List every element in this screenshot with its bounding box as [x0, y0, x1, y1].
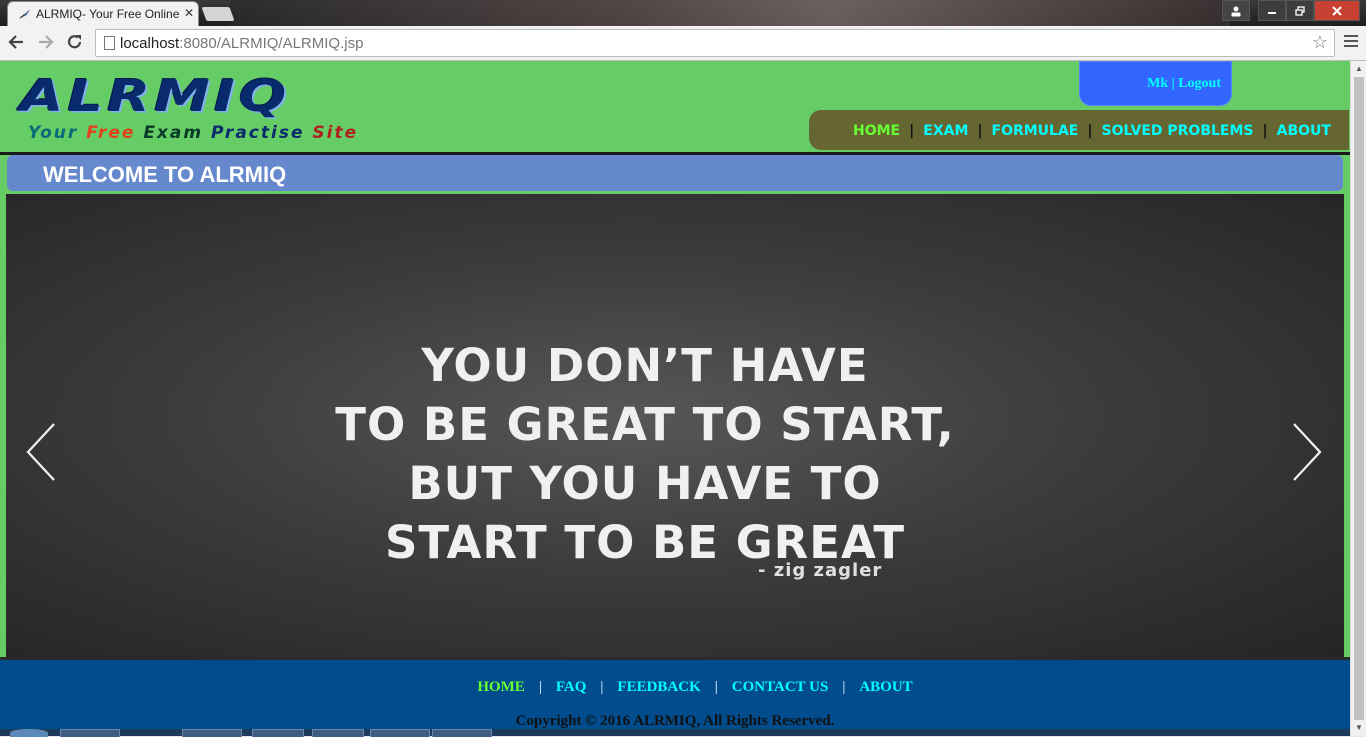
scroll-up-icon[interactable]: ▲ — [1355, 64, 1363, 73]
url-host: localhost — [120, 35, 180, 52]
user-links: Mk | Logout — [1147, 76, 1221, 92]
carousel-quote: YOU DON’T HAVE TO BE GREAT TO START, BUT… — [6, 336, 1284, 572]
page-viewport: ALRMIQ Your Free Exam Practise Site Mk |… — [0, 61, 1350, 736]
quote-line: YOU DON’T HAVE — [421, 339, 869, 392]
logo-wordmark: ALRMIQ — [20, 71, 291, 122]
footer-separator: | — [714, 679, 718, 695]
nav-separator: | — [1262, 123, 1268, 139]
carousel-prev-button[interactable] — [22, 420, 62, 484]
browser-titlebar: ALRMIQ- Your Free Online ✕ — [0, 0, 1366, 26]
new-tab-button[interactable] — [201, 7, 235, 21]
nav-link[interactable]: FORMULAE — [992, 123, 1079, 139]
footer-link[interactable]: CONTACT US — [732, 679, 829, 696]
tagline-word: Exam — [143, 123, 211, 143]
nav-item-exam: | EXAM — [900, 123, 968, 139]
url-text[interactable]: localhost:8080/ALRMIQ/ALRMIQ.jsp — [120, 35, 363, 52]
nav-item-formulae: | FORMULAE — [968, 123, 1078, 139]
main-nav: HOME | EXAM | FORMULAE | SOLVED PROBLEMS | ABOUT — [809, 110, 1349, 150]
footer-separator: | — [842, 679, 846, 695]
os-taskbar — [0, 729, 1350, 737]
nav-link[interactable]: HOME — [853, 123, 900, 139]
back-arrow-icon — [8, 35, 23, 49]
quote-line: BUT YOU HAVE TO — [408, 457, 882, 510]
footer-separator: | — [600, 679, 604, 695]
logout-link[interactable]: Logout — [1178, 76, 1221, 91]
browser-toolbar: localhost:8080/ALRMIQ/ALRMIQ.jsp ☆ — [0, 26, 1366, 61]
nav-link[interactable]: ABOUT — [1277, 123, 1331, 139]
nav-link[interactable]: EXAM — [923, 123, 968, 139]
footer-item-faq: | FAQ — [525, 679, 587, 696]
footer-link[interactable]: ABOUT — [859, 679, 912, 696]
site-header: ALRMIQ Your Free Exam Practise Site Mk |… — [0, 61, 1350, 152]
scrollbar-thumb[interactable] — [1354, 77, 1364, 720]
chevron-left-icon — [26, 423, 55, 481]
browser-menu-icon[interactable] — [1344, 35, 1358, 49]
address-bar[interactable]: localhost:8080/ALRMIQ/ALRMIQ.jsp ☆ — [95, 29, 1335, 57]
nav-item-solved-problems: | SOLVED PROBLEMS — [1078, 123, 1253, 139]
chevron-right-icon — [1293, 423, 1322, 481]
nav-item-about: | ABOUT — [1253, 123, 1330, 139]
reload-button[interactable] — [65, 33, 85, 53]
copyright-text: Copyright © 2016 ALRMIQ, All Rights Rese… — [515, 713, 835, 729]
footer-link[interactable]: HOME — [477, 679, 525, 696]
footer-item-contact-us: | CONTACT US — [701, 679, 829, 696]
nav-separator: | — [909, 123, 915, 139]
url-path: :8080/ALRMIQ/ALRMIQ.jsp — [179, 35, 364, 52]
tagline-word: Practise — [211, 123, 313, 143]
nav-link[interactable]: SOLVED PROBLEMS — [1102, 123, 1254, 139]
nav-separator: | — [1087, 123, 1093, 139]
footer-link[interactable]: FAQ — [556, 679, 587, 696]
forward-arrow-icon — [39, 35, 54, 49]
tagline-word: Free — [86, 123, 144, 143]
user-box: Mk | Logout — [1079, 61, 1232, 106]
tagline-word: Site — [312, 123, 359, 143]
footer-item-home: HOME — [477, 679, 525, 696]
user-separator: | — [1171, 76, 1175, 91]
reload-icon — [67, 35, 82, 49]
nav-item-home: HOME — [853, 123, 900, 139]
scroll-down-icon[interactable]: ▼ — [1355, 723, 1363, 732]
browser-tab[interactable]: ALRMIQ- Your Free Online ✕ — [8, 2, 198, 26]
carousel-next-button[interactable] — [1286, 420, 1326, 484]
tab-close-icon[interactable]: ✕ — [184, 6, 194, 20]
window-controls — [1222, 0, 1360, 21]
quote-author: - zig zagler — [758, 560, 883, 581]
logo-tagline: Your Free Exam Practise Site — [28, 123, 358, 143]
forward-button[interactable] — [36, 33, 56, 53]
footer-link[interactable]: FEEDBACK — [617, 679, 700, 696]
footer-item-feedback: | FEEDBACK — [586, 679, 700, 696]
vertical-scrollbar[interactable]: ▲ ▼ — [1350, 61, 1366, 736]
site-footer: HOME | FAQ | FEEDBACK | CONTACT US | ABOUT Copyr… — [0, 660, 1350, 736]
welcome-bar: WELCOME TO ALRMIQ — [7, 155, 1343, 191]
tab-title: ALRMIQ- Your Free Online — [36, 7, 180, 21]
site-logo[interactable]: ALRMIQ Your Free Exam Practise Site — [14, 71, 526, 143]
user-profile-icon[interactable] — [1222, 0, 1250, 21]
nav-separator: | — [977, 123, 983, 139]
minimize-button[interactable] — [1258, 0, 1286, 21]
close-window-button[interactable] — [1314, 0, 1360, 21]
username: Mk — [1147, 76, 1169, 91]
tagline-word: Your — [28, 123, 87, 143]
bookmark-star-icon[interactable]: ☆ — [1312, 32, 1328, 53]
restore-button[interactable] — [1286, 0, 1314, 21]
page-title: WELCOME TO ALRMIQ — [43, 162, 287, 187]
footer-item-about: | ABOUT — [828, 679, 912, 696]
quote-line: TO BE GREAT TO START, — [335, 398, 955, 451]
quote-line: START TO BE GREAT — [384, 516, 906, 569]
page-icon — [104, 36, 115, 50]
quote-carousel: YOU DON’T HAVE TO BE GREAT TO START, BUT… — [6, 194, 1344, 657]
back-button[interactable] — [6, 33, 26, 53]
titlebar-background — [230, 0, 1230, 26]
feather-favicon-icon — [19, 9, 30, 19]
footer-separator: | — [538, 679, 542, 695]
